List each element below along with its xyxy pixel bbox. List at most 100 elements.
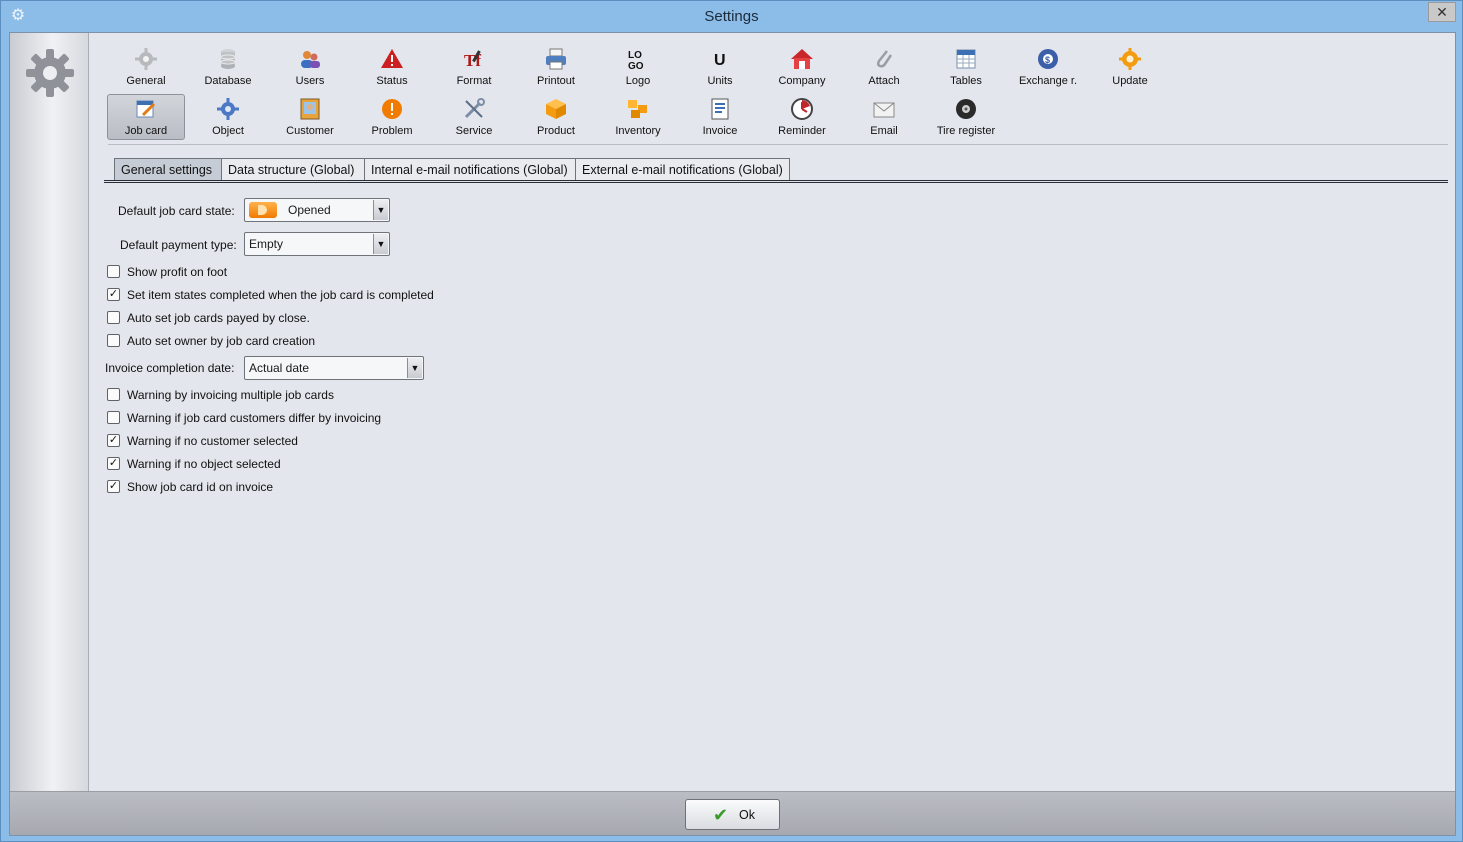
close-button[interactable]: ✕ [1428,2,1456,22]
checkbox-label: Auto set owner by job card creation [127,334,316,348]
category-exchange-r-button[interactable]: $ Exchange r. [1009,44,1087,90]
category-object-button[interactable]: Object [189,94,267,140]
category-label: Format [456,75,492,87]
logo-icon: LOGO [628,50,644,71]
category-general-button[interactable]: General [107,44,185,90]
chevron-down-icon[interactable]: ▼ [373,234,388,254]
checkbox-unchecked[interactable] [107,388,120,401]
tab-internal-e-mail-notifications-global[interactable]: Internal e-mail notifications (Global) [364,158,576,181]
category-logo-button[interactable]: LO GO Logo [599,44,677,90]
category-label: Logo [625,75,651,87]
checkbox-checked[interactable]: ✓ [107,434,120,447]
category-label: Product [537,125,575,137]
svg-text:GO: GO [628,61,644,71]
checkbox-label: Warning if job card customers differ by … [127,411,382,425]
default-state-select[interactable]: Opened ▼ [244,198,390,222]
ok-button[interactable]: ✔ Ok [685,799,780,830]
category-attach-button[interactable]: Attach [845,44,923,90]
settings-category-toolbar: General Database Users Status Tf Format Printo… [90,33,1456,145]
category-users-button[interactable]: Users [271,44,349,90]
category-label: Tire register [936,125,996,137]
category-invoice-button[interactable]: Invoice [681,94,759,140]
checkbox-checked[interactable]: ✓ [107,480,120,493]
category-company-button[interactable]: Company [763,44,841,90]
update-icon [1119,48,1141,70]
checkbox-label: Warning by invoicing multiple job cards [127,388,334,402]
category-label: Email [870,125,898,137]
opened-state-icon [249,202,277,218]
cog-object-icon [217,98,239,120]
chevron-down-icon[interactable]: ▼ [373,200,388,220]
settings-client-area: General Database Users Status Tf Format Printo… [9,32,1456,836]
category-database-button[interactable]: Database [189,44,267,90]
category-label: Job card [124,125,168,137]
category-printout-button[interactable]: Printout [517,44,595,90]
ok-button-label: Ok [739,808,755,822]
category-customer-button[interactable]: Customer [271,94,349,140]
chevron-down-icon[interactable]: ▼ [407,358,422,378]
category-update-button[interactable]: Update [1091,44,1169,90]
category-inventory-button[interactable]: Inventory [599,94,677,140]
format-icon: Tf [464,50,481,70]
checkbox-unchecked[interactable] [107,265,120,278]
category-status-button[interactable]: Status [353,44,431,90]
checkbox-label: Set item states completed when the job c… [127,288,434,302]
units-icon: U [714,52,726,69]
invoice-date-value: Actual date [249,361,310,375]
settings-window: ⚙ Settings ✕ General Database Users Stat… [0,0,1463,842]
tab-general-settings[interactable]: General settings [114,158,222,181]
checkbox-unchecked[interactable] [107,311,120,324]
checkbox-unchecked[interactable] [107,411,120,424]
exclamation-icon [382,99,402,119]
category-reminder-button[interactable]: Reminder [763,94,841,140]
table-icon [956,49,976,69]
category-product-button[interactable]: Product [517,94,595,140]
category-label: Problem [371,125,413,137]
category-units-button[interactable]: U Units [681,44,759,90]
category-label: Tables [950,75,982,87]
category-problem-button[interactable]: Problem [353,94,431,140]
payment-type-label: Default payment type: [120,238,237,252]
category-tire-register-button[interactable]: Tire register [927,94,1005,140]
checkmark-icon: ✔ [713,805,729,825]
tab-underline [104,180,1448,183]
category-label: Service [455,125,493,137]
category-label: Object [212,125,244,137]
category-label: Exchange r. [1018,75,1078,87]
tire-icon [956,99,976,119]
checkbox-label: Warning if no object selected [127,457,281,471]
tab-external-e-mail-notifications-global[interactable]: External e-mail notifications (Global) [575,158,790,181]
left-sidebar [10,33,89,791]
large-gear-icon [26,49,74,97]
checkbox-checked[interactable]: ✓ [107,288,120,301]
category-label: Invoice [702,125,738,137]
tab-data-structure-global[interactable]: Data structure (Global) [221,158,365,181]
box-icon [546,99,566,119]
category-label: Status [376,75,408,87]
category-email-button[interactable]: Email [845,94,923,140]
customer-icon [300,98,320,120]
tools-icon [464,98,485,119]
invoice-date-select[interactable]: Actual date ▼ [244,356,424,380]
checkbox-unchecked[interactable] [107,334,120,347]
database-icon [220,49,236,69]
toolbar-divider [108,144,1448,145]
invoice-icon [711,98,729,120]
category-label: Printout [537,75,575,87]
boxes-icon [628,100,647,118]
checkbox-label: Show job card id on invoice [127,480,274,494]
svg-text:$: $ [1045,55,1050,65]
title-bar[interactable]: ⚙ Settings ✕ [1,1,1462,32]
category-label: Attach [868,75,900,87]
category-service-button[interactable]: Service [435,94,513,140]
category-label: Company [778,75,826,87]
exchange-icon: $ [1038,49,1058,69]
category-job-card-button[interactable]: Job card [107,94,185,140]
invoice-date-label: Invoice completion date: [105,361,235,375]
house-icon [791,49,813,69]
payment-type-select[interactable]: Empty ▼ [244,232,390,256]
checkbox-checked[interactable]: ✓ [107,457,120,470]
checkbox-label: Warning if no customer selected [127,434,298,448]
category-format-button[interactable]: Tf Format [435,44,513,90]
category-tables-button[interactable]: Tables [927,44,1005,90]
